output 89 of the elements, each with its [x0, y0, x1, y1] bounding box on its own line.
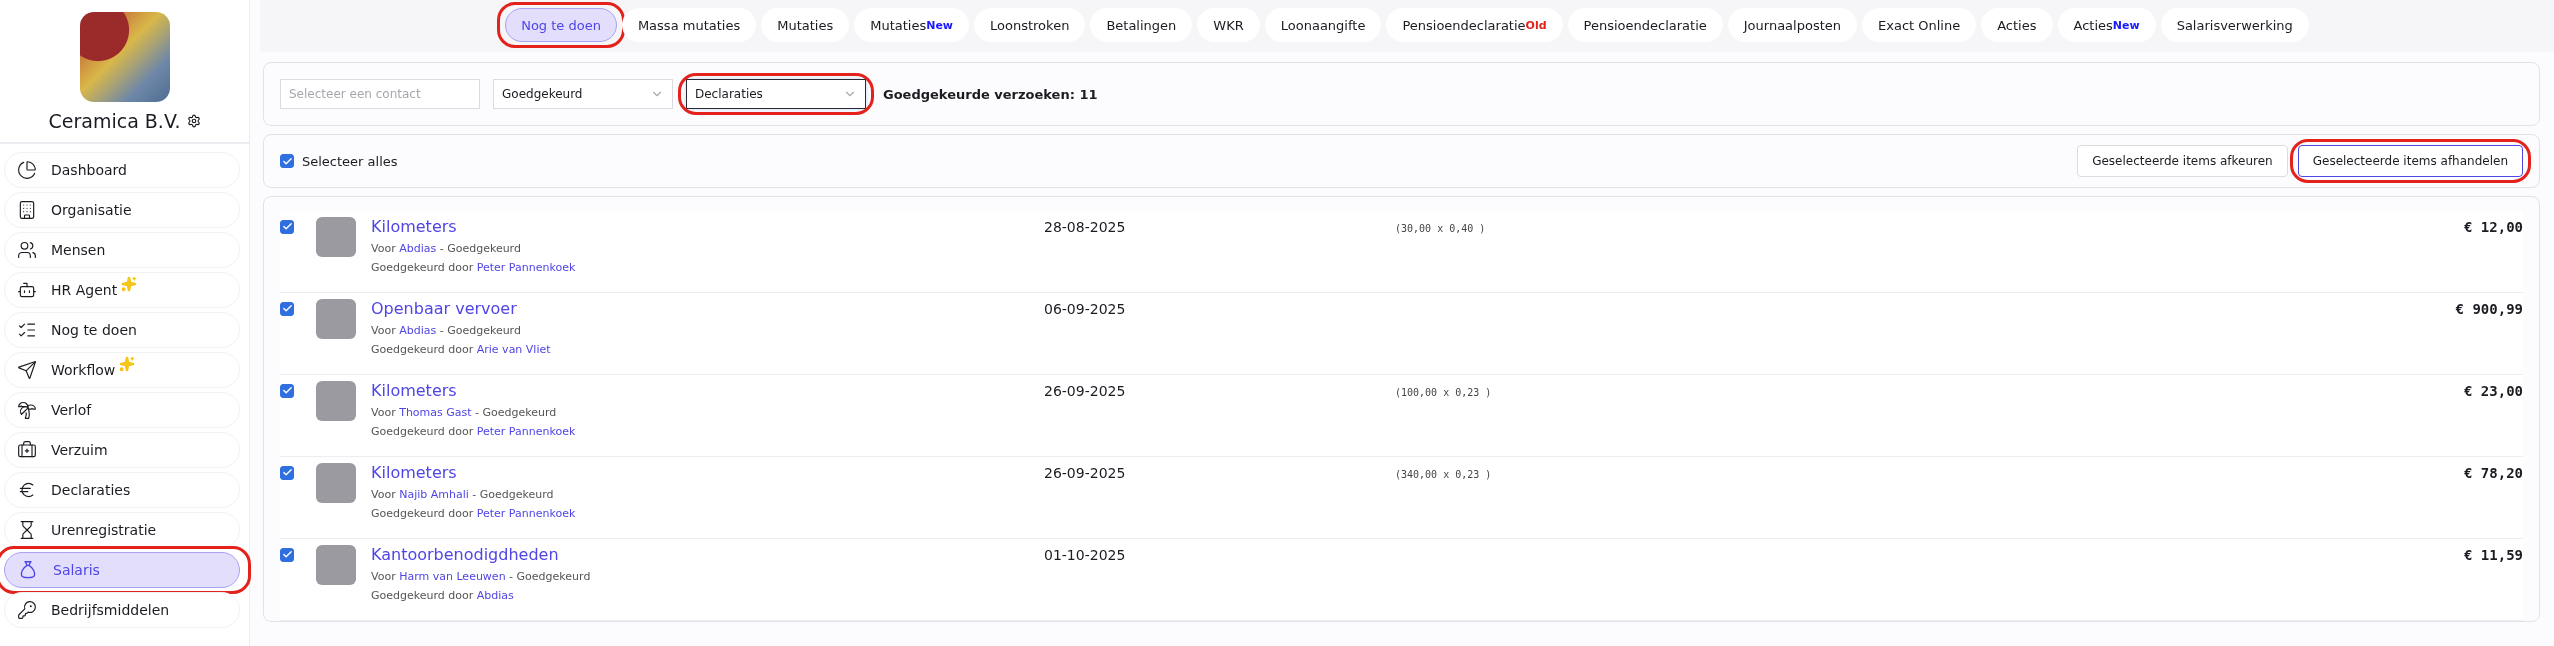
person-link[interactable]: Abdias — [399, 324, 437, 337]
nav-item[interactable]: HR Agent — [4, 272, 240, 308]
checkbox-label[interactable]: Selecteer alles — [302, 153, 398, 169]
recipient-line: Voor Thomas Gast - Goedgekeurd — [371, 406, 557, 419]
nav-item[interactable]: Workflow — [4, 352, 240, 388]
nav-item[interactable]: Bedrijfsmiddelen — [4, 592, 240, 628]
paper-plane-icon — [17, 360, 37, 380]
expense-amount: € 11,59 — [2464, 546, 2523, 563]
checkbox[interactable] — [280, 383, 294, 398]
approver-line: Goedgekeurd door Peter Pannenkoek — [371, 261, 576, 274]
tab[interactable]: Loonaangifte — [1264, 8, 1382, 42]
nav-item[interactable]: Nog te doen — [4, 312, 240, 348]
settings-icon[interactable] — [186, 114, 201, 128]
calculation-text: (30,00 x 0,40 ) — [1395, 222, 1486, 234]
person-link[interactable]: Harm van Leeuwen — [399, 570, 506, 583]
recipient-line: Voor Abdias - Goedgekeurd — [371, 324, 521, 337]
person-link[interactable]: Peter Pannenkoek — [476, 261, 576, 274]
action-button[interactable]: Geselecteerde items afhandelen — [2297, 145, 2523, 177]
tab[interactable]: Nog te doen — [505, 8, 617, 42]
expense-amount: € 78,20 — [2464, 464, 2523, 481]
expense-amount: € 23,00 — [2464, 382, 2523, 399]
expense-date: 26-09-2025 — [1044, 382, 1126, 399]
pie-chart-icon — [17, 160, 37, 180]
checkbox[interactable] — [280, 547, 294, 562]
person-link[interactable]: Najib Amhali — [399, 488, 469, 501]
nav-item[interactable]: Urenregistratie — [4, 512, 240, 548]
expense-title[interactable]: Kantoorbenodigdheden — [371, 545, 559, 564]
dropdown[interactable]: Declaraties — [686, 79, 866, 109]
calculation-text: (100,00 x 0,23 ) — [1395, 386, 1492, 398]
checkbox[interactable] — [280, 219, 294, 234]
tab[interactable]: Journaalposten — [1727, 8, 1857, 42]
person-link[interactable]: Arie van Vliet — [476, 343, 551, 356]
approver-line: Goedgekeurd door Peter Pannenkoek — [371, 425, 576, 438]
action-button[interactable]: Geselecteerde items afkeuren — [2077, 145, 2288, 177]
checkbox[interactable] — [280, 154, 294, 168]
person-link[interactable]: Peter Pannenkoek — [476, 425, 576, 438]
nav-item[interactable]: Verlof — [4, 392, 240, 428]
contact-field[interactable]: Selecteer een contact — [280, 79, 480, 109]
avatar-placeholder — [316, 381, 356, 421]
approver-line: Goedgekeurd door Peter Pannenkoek — [371, 507, 576, 520]
key-icon — [17, 600, 37, 620]
nav-item[interactable]: Declaraties — [4, 472, 240, 508]
request-count: Goedgekeurde verzoeken: 11 — [883, 86, 1098, 102]
nav-item[interactable]: Dashboard — [4, 152, 240, 188]
tab[interactable]: Massa mutaties — [621, 8, 757, 42]
people-icon — [17, 240, 37, 260]
avatar-placeholder — [316, 217, 356, 257]
checkbox[interactable] — [280, 301, 294, 316]
recipient-line: Voor Abdias - Goedgekeurd — [371, 242, 521, 255]
tab[interactable]: Acties — [1981, 8, 2053, 42]
tab[interactable]: Loonstroken — [974, 8, 1086, 42]
expense-date: 06-09-2025 — [1044, 300, 1126, 317]
expense-date: 28-08-2025 — [1044, 218, 1126, 235]
expense-amount: € 900,99 — [2455, 300, 2523, 317]
expense-title[interactable]: Kilometers — [371, 463, 457, 482]
recipient-line: Voor Najib Amhali - Goedgekeurd — [371, 488, 554, 501]
expense-date: 26-09-2025 — [1044, 464, 1126, 481]
nav-item[interactable]: Salaris — [4, 552, 240, 588]
person-link[interactable]: Abdias — [399, 242, 437, 255]
tab[interactable]: Pensioendeclaratie — [1567, 8, 1723, 42]
person-link[interactable]: Peter Pannenkoek — [476, 507, 576, 520]
palm-tree-icon — [17, 400, 37, 420]
tab[interactable]: Exact Online — [1862, 8, 1977, 42]
checkbox[interactable] — [280, 465, 294, 480]
tab[interactable]: Mutaties — [761, 8, 850, 42]
person-link[interactable]: Abdias — [476, 589, 514, 602]
expense-title[interactable]: Openbaar vervoer — [371, 299, 517, 318]
approver-line: Goedgekeurd door Arie van Vliet — [371, 343, 551, 356]
expense-amount: € 12,00 — [2464, 218, 2523, 235]
nav-item[interactable]: Mensen — [4, 232, 240, 268]
expense-title[interactable]: Kilometers — [371, 381, 457, 400]
expense-date: 01-10-2025 — [1044, 546, 1126, 563]
recipient-line: Voor Harm van Leeuwen - Goedgekeurd — [371, 570, 591, 583]
person-link[interactable]: Thomas Gast — [399, 406, 472, 419]
avatar-placeholder — [316, 545, 356, 585]
avatar-placeholder — [316, 463, 356, 503]
calculation-text: (340,00 x 0,23 ) — [1395, 468, 1492, 480]
nav-item[interactable]: Organisatie — [4, 192, 240, 228]
building-icon — [17, 200, 37, 220]
company-name: Ceramica B.V. — [48, 110, 181, 132]
dropdown[interactable]: Goedgekeurd — [493, 79, 673, 109]
tab[interactable]: Betalingen — [1090, 8, 1193, 42]
avatar-placeholder — [316, 299, 356, 339]
medical-case-icon — [17, 440, 37, 460]
expense-title[interactable]: Kilometers — [371, 217, 457, 236]
nav-item[interactable]: Verzuim — [4, 432, 240, 468]
tab[interactable]: WKR — [1197, 8, 1260, 42]
tab[interactable]: Salarisverwerking — [2160, 8, 2309, 42]
approver-line: Goedgekeurd door Abdias — [371, 589, 514, 602]
